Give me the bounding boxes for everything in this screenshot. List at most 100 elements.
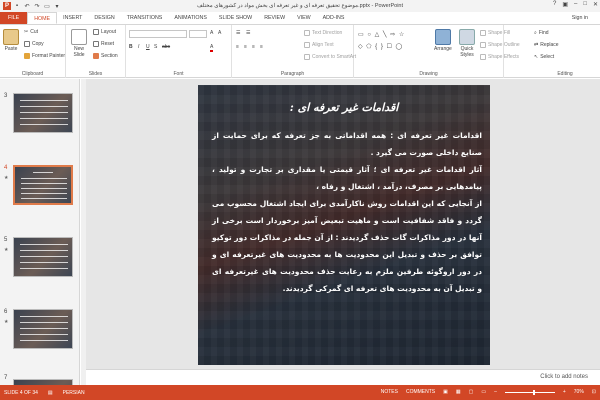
font-color-button[interactable]: A <box>210 44 214 52</box>
status-bar: SLIDE 4 OF 34 ▤ PERSIAN NOTES COMMENTS ▣… <box>0 385 600 400</box>
tab-view[interactable]: VIEW <box>291 12 317 24</box>
align-right-button[interactable]: ≡ <box>252 44 255 50</box>
strikethrough-button[interactable]: abc <box>162 44 170 50</box>
numbering-button[interactable]: ☰ <box>246 30 250 36</box>
reset-button[interactable]: Reset <box>93 41 114 47</box>
slide-sorter-icon[interactable]: ▦ <box>456 389 461 395</box>
help-icon[interactable]: ? <box>553 1 556 8</box>
tab-add-ins[interactable]: ADD-INS <box>317 12 351 24</box>
tab-file[interactable]: FILE <box>0 12 28 24</box>
select-icon: ↖ <box>534 54 539 60</box>
new-slide-button[interactable]: New Slide <box>69 29 89 58</box>
format-painter-button[interactable]: Format Painter <box>24 53 65 59</box>
notes-placeholder: Click to add notes <box>540 374 588 380</box>
tab-insert[interactable]: INSERT <box>57 12 88 24</box>
language-indicator[interactable]: PERSIAN <box>63 390 85 396</box>
animation-star-icon: ★ <box>4 319 9 325</box>
arrange-button[interactable]: Arrange <box>434 29 452 52</box>
quick-styles-button[interactable]: Quick Styles <box>458 29 476 58</box>
slide-body[interactable]: اقدامات غیر تعرفه ای : همه اقداماتی به ج… <box>212 127 482 297</box>
paste-icon <box>3 29 19 45</box>
window-title: موضوع تحقیق تعرفه ای و غیر تعرفه ای بخش … <box>197 3 403 9</box>
section-button[interactable]: Section <box>93 53 118 59</box>
normal-view-icon[interactable]: ▣ <box>443 389 448 395</box>
replace-icon: ⇄ <box>534 42 539 48</box>
font-size-dropdown[interactable] <box>189 30 207 38</box>
minimize-icon[interactable]: – <box>574 1 577 8</box>
shape-effects-button[interactable]: Shape Effects <box>480 54 519 60</box>
reset-icon <box>93 41 99 47</box>
slide-title[interactable]: اقدامات غیر تعرفه ای : <box>198 101 490 114</box>
select-button[interactable]: ↖ Select <box>534 54 554 60</box>
copy-label: Copy <box>32 41 44 47</box>
tab-design[interactable]: DESIGN <box>88 12 120 24</box>
fit-slide-icon[interactable]: ⊡ <box>592 389 596 395</box>
cut-label: Cut <box>30 29 38 35</box>
ribbon: Paste ✂ Cut Copy Format Painter Clipboard… <box>0 24 600 78</box>
zoom-slider[interactable] <box>504 389 555 395</box>
slide-paragraph: آثار اقدامات غیر تعرفه ای ؛ آثار قیمتی ی… <box>212 165 482 191</box>
convert-smartart-label: Convert to SmartArt <box>312 54 357 60</box>
paste-button[interactable]: Paste <box>3 29 19 52</box>
shadow-button[interactable]: S <box>154 44 157 50</box>
align-text-button[interactable]: Align Text <box>304 42 334 48</box>
tab-transitions[interactable]: TRANSITIONS <box>121 12 169 24</box>
shapes-gallery-row2[interactable]: ◇ ⬠ { } ☐ ◯ <box>358 43 403 50</box>
slide-paragraph: اقدامات غیر تعرفه ای : همه اقداماتی به ج… <box>212 131 482 157</box>
slideshow-view-icon[interactable]: ▭ <box>481 389 486 395</box>
justify-button[interactable]: ≡ <box>260 44 263 50</box>
shrink-font-button[interactable]: A <box>218 30 221 36</box>
layout-button[interactable]: Layout <box>93 29 116 35</box>
tab-animations[interactable]: ANIMATIONS <box>168 12 213 24</box>
comments-button[interactable]: COMMENTS <box>406 389 435 395</box>
align-left-button[interactable]: ≡ <box>236 44 239 50</box>
reading-view-icon[interactable]: ▢ <box>469 389 474 395</box>
replace-button[interactable]: ⇄ Replace <box>534 42 559 48</box>
text-direction-button[interactable]: Text Direction <box>304 30 342 36</box>
zoom-level[interactable]: 70% <box>574 389 584 395</box>
shapes-gallery[interactable]: ▭ ○ △ ╲ ⇨ ☆ <box>358 31 405 38</box>
bold-button[interactable]: B <box>129 44 133 50</box>
slides-group-label: Slides <box>88 71 103 77</box>
zoom-out-icon[interactable]: – <box>494 389 497 395</box>
slide-thumbnail-image[interactable] <box>13 165 73 205</box>
copy-button[interactable]: Copy <box>24 41 44 47</box>
ribbon-display-icon[interactable]: ▣ <box>562 1 568 8</box>
shape-effects-label: Shape Effects <box>488 54 520 60</box>
font-name-dropdown[interactable] <box>129 30 187 38</box>
cut-button[interactable]: ✂ Cut <box>24 29 38 35</box>
slide-thumbnail-image[interactable] <box>13 93 73 133</box>
animation-star-icon: ★ <box>4 175 9 181</box>
notes-pane[interactable]: Click to add notes <box>86 369 600 385</box>
clipboard-group-label: Clipboard <box>21 71 44 77</box>
slide-thumbnail-image[interactable] <box>13 309 73 349</box>
spellcheck-icon[interactable]: ▤ <box>48 390 53 396</box>
slide-thumbnail-image[interactable] <box>13 237 73 277</box>
grow-font-button[interactable]: A <box>210 30 213 36</box>
sign-in-link[interactable]: Sign in <box>572 15 588 21</box>
zoom-in-icon[interactable]: + <box>563 389 566 395</box>
align-center-button[interactable]: ≡ <box>244 44 247 50</box>
shape-fill-button[interactable]: Shape Fill <box>480 30 510 36</box>
italic-button[interactable]: I <box>138 44 139 50</box>
section-icon <box>93 53 99 59</box>
notes-button[interactable]: NOTES <box>381 389 398 395</box>
new-slide-label: New Slide <box>73 46 85 58</box>
underline-button[interactable]: U <box>146 44 150 50</box>
close-icon[interactable]: ✕ <box>593 1 598 8</box>
bullets-button[interactable]: ☰ <box>236 30 240 36</box>
shape-outline-button[interactable]: Shape Outline <box>480 42 520 48</box>
slide-counter: SLIDE 4 OF 34 <box>4 389 38 396</box>
slide-thumbnails-panel[interactable]: 3 4 ★ 5 ★ 6 ★ 7 <box>0 79 80 385</box>
tab-review[interactable]: REVIEW <box>258 12 291 24</box>
current-slide[interactable]: اقدامات غیر تعرفه ای : اقدامات غیر تعرفه… <box>198 85 490 365</box>
convert-smartart-button[interactable]: Convert to SmartArt <box>304 54 356 60</box>
quick-styles-label: Quick Styles <box>460 46 474 58</box>
tab-slide-show[interactable]: SLIDE SHOW <box>213 12 258 24</box>
find-button[interactable]: ⌕ Find <box>534 30 549 36</box>
maximize-icon[interactable]: □ <box>583 1 587 8</box>
slide-editor[interactable]: اقدامات غیر تعرفه ای : اقدامات غیر تعرفه… <box>86 79 600 369</box>
slide-number: 5 <box>4 237 8 243</box>
shape-fill-icon <box>480 30 486 36</box>
tab-home[interactable]: HOME <box>27 12 58 24</box>
